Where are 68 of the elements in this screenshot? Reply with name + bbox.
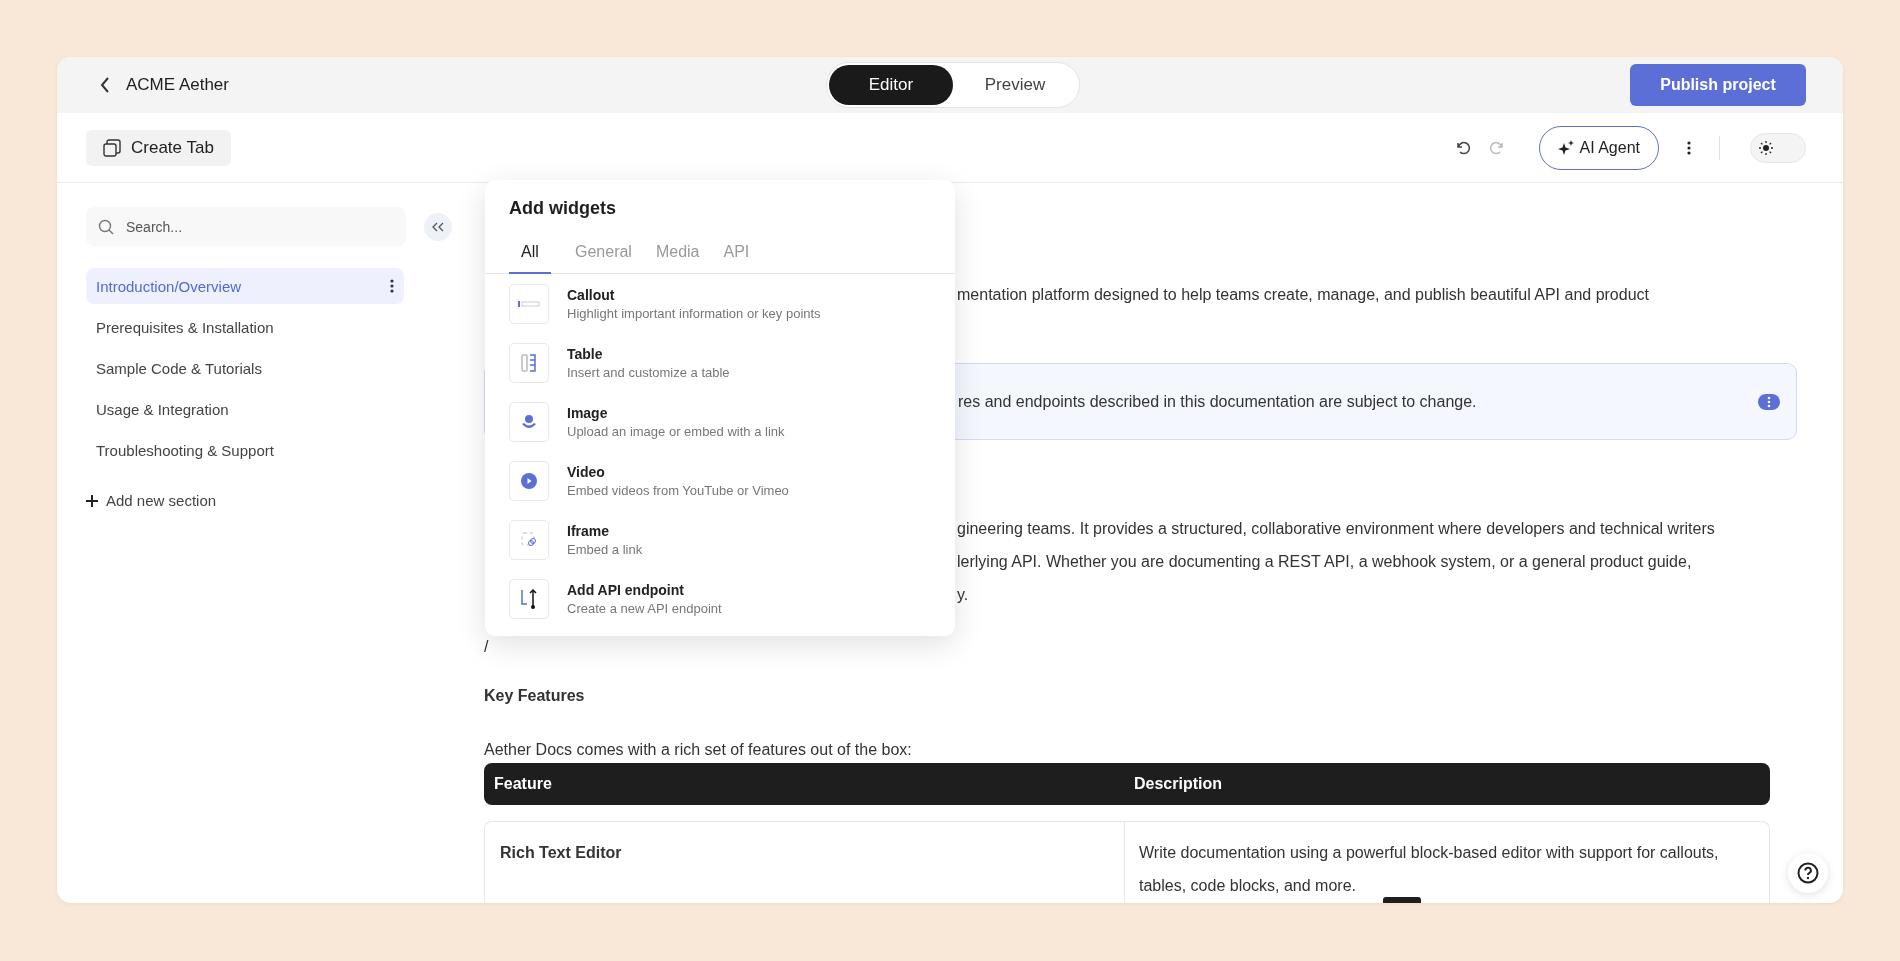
collapse-sidebar-button[interactable] [424,212,452,241]
drag-handle[interactable] [1383,897,1421,903]
search-field[interactable]: Search... [86,207,406,246]
section-item[interactable]: Sample Code & Tutorials [86,350,404,386]
section-item[interactable]: Troubleshooting & Support [86,432,404,468]
ai-agent-button[interactable]: AI Agent [1538,125,1659,170]
create-tab-button[interactable]: Create Tab [86,129,231,166]
back-icon[interactable] [100,76,110,94]
help-icon [1797,862,1819,884]
copy-icon [103,138,121,157]
more-icon[interactable] [1687,140,1691,155]
widget-icon-tile[interactable] [509,519,549,560]
theme-toggle[interactable] [1750,132,1806,163]
publish-button[interactable]: Publish project [1630,64,1806,106]
intro-text: Aether Docs comes with a rich set of features out of the box: [484,741,912,758]
play-icon [521,472,537,489]
callout-icon [518,299,540,308]
sun-icon [1759,140,1773,155]
widget-icon-tile[interactable] [509,283,549,324]
paragraph-text: mentation platform designed to help teams create, manage, and publish beautiful API and product [957,285,1650,305]
link-icon [521,531,537,548]
widget-description: Insert and customize a table [567,364,730,380]
section-item[interactable]: Introduction/Overview [86,268,404,304]
paragraph-text: y. [957,585,970,605]
widget-description: Highlight important information or key points [567,305,821,321]
paragraph-text: lerlying API. Whether you are documenting a REST API, a webhook system, or a general product guide, [957,552,1693,572]
widget-title[interactable]: Add API endpoint [567,581,722,598]
widget-description: Upload an image or embed with a link [567,423,785,439]
search-icon [98,219,114,235]
widget-title[interactable]: Table [567,345,730,362]
widget-icon-tile[interactable] [509,460,549,501]
more-icon[interactable] [390,279,394,293]
widget-description: Create a new API endpoint [567,600,722,616]
section-heading: Key Features [484,687,585,704]
widget-tab[interactable]: All [509,238,551,274]
endpoint-icon [520,587,538,610]
column-header: Feature [494,775,552,792]
mode-tab[interactable]: Editor [829,65,953,105]
add-section-button[interactable]: Add new section [86,492,217,509]
slash-text: / [484,638,489,655]
double-chevron-icon [432,221,444,232]
widget-title[interactable]: Callout [567,286,821,303]
callout-menu-button[interactable] [1758,393,1780,410]
sparkle-icon [1557,139,1574,156]
column-header: Description [1134,775,1222,792]
table-icon [521,353,537,372]
more-icon [1767,395,1771,408]
paragraph-text: gineering teams. It provides a structured, collaborative environment where developers and technical writers [957,519,1716,539]
widget-description: Embed videos from YouTube or Vimeo [567,482,789,498]
section-item[interactable]: Usage & Integration [86,391,404,427]
mode-tab[interactable]: Preview [953,65,1077,105]
table-cell: Rich Text Editor [500,844,622,861]
widget-description: Embed a link [567,541,643,557]
widget-icon-tile[interactable] [509,342,549,383]
section-item[interactable]: Prerequisites & Installation [86,309,404,345]
person-icon [521,413,537,430]
widget-title[interactable]: Image [567,404,785,421]
widget-title[interactable]: Iframe [567,522,643,539]
menu-title: Add widgets [509,198,616,218]
widget-title[interactable]: Video [567,463,789,480]
widget-icon-tile[interactable] [509,401,549,442]
undo-icon[interactable] [1454,139,1471,156]
table-cell: Write documentation using a powerful block-based editor with support for callouts, tables, code blocks, and more. [1139,844,1719,894]
callout-text: res and endpoints described in this documentation are subject to change. [958,392,1477,411]
plus-icon [86,494,98,507]
project-name: ACME Aether [126,75,229,95]
help-button[interactable] [1788,853,1828,893]
widget-icon-tile[interactable] [509,578,549,619]
